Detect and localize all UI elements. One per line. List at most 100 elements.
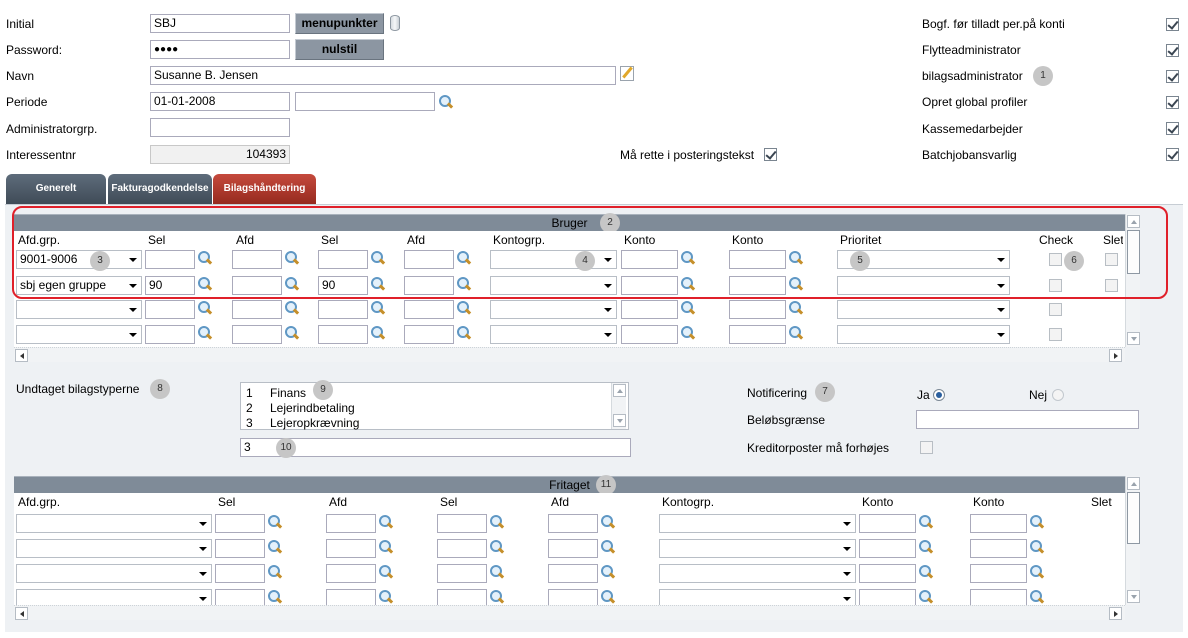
search-icon[interactable] [1029, 589, 1045, 605]
maa-rette-checkbox[interactable] [764, 148, 777, 161]
fritaget-scroll-down-icon[interactable] [1127, 590, 1140, 603]
afdgrp-select[interactable] [16, 539, 212, 558]
search-icon[interactable] [197, 325, 213, 341]
undtaget-item-name[interactable]: Lejeropkrævning [270, 416, 359, 430]
kontogrp-select[interactable] [490, 325, 617, 344]
bruger-scroll-right-icon[interactable] [1109, 349, 1122, 362]
undtaget-vscrollbar[interactable] [611, 383, 626, 429]
sel-input[interactable] [318, 300, 368, 319]
sel-input[interactable] [437, 514, 487, 533]
search-icon[interactable] [788, 300, 804, 316]
search-icon[interactable] [600, 564, 616, 580]
undtaget-listbox[interactable]: 1 Finans 2 Lejerindbetaling 3 Lejeropkræ… [240, 382, 629, 430]
afd-input[interactable] [326, 514, 376, 533]
menupunkter-button[interactable]: menupunkter [295, 13, 384, 34]
fritaget-hscrollbar[interactable] [14, 605, 1125, 620]
periode-from-input[interactable]: 01-01-2008 [150, 92, 290, 111]
search-icon[interactable] [600, 589, 616, 605]
konto-input[interactable] [970, 539, 1027, 558]
search-icon[interactable] [1029, 539, 1045, 555]
sel-input[interactable] [215, 514, 265, 533]
right-checkbox-5[interactable] [1166, 148, 1179, 161]
search-icon[interactable] [378, 589, 394, 605]
tab-generelt[interactable]: Generelt [6, 174, 106, 204]
search-icon[interactable] [267, 564, 283, 580]
search-icon[interactable] [267, 539, 283, 555]
search-icon[interactable] [918, 539, 934, 555]
prioritet-select[interactable] [837, 325, 1010, 344]
search-icon[interactable] [489, 589, 505, 605]
fritaget-scroll-thumb[interactable] [1127, 492, 1140, 544]
konto-input[interactable] [859, 539, 916, 558]
search-icon[interactable] [456, 300, 472, 316]
sel-input[interactable] [318, 325, 368, 344]
undtaget-scroll-down-icon[interactable] [613, 414, 626, 427]
afdgrp-select[interactable] [16, 325, 142, 344]
search-icon[interactable] [267, 589, 283, 605]
sel-input[interactable] [145, 325, 195, 344]
sel-input[interactable] [437, 539, 487, 558]
search-icon[interactable] [1029, 564, 1045, 580]
tab-fakturagodkendelse[interactable]: Fakturagodkendelse [108, 174, 212, 204]
search-icon[interactable] [788, 325, 804, 341]
konto-input[interactable] [970, 564, 1027, 583]
search-icon[interactable] [600, 514, 616, 530]
kreditor-checkbox[interactable] [920, 441, 933, 454]
right-checkbox-3[interactable] [1166, 96, 1179, 109]
konto-input[interactable] [729, 325, 786, 344]
search-icon[interactable] [1029, 514, 1045, 530]
search-icon[interactable] [918, 589, 934, 605]
edit-icon[interactable] [620, 66, 634, 81]
search-icon[interactable] [600, 539, 616, 555]
password-input[interactable]: ●●●● [150, 40, 290, 59]
search-icon[interactable] [370, 325, 386, 341]
search-icon[interactable] [456, 325, 472, 341]
konto-input[interactable] [621, 300, 678, 319]
sel-input[interactable] [215, 539, 265, 558]
search-icon[interactable] [680, 325, 696, 341]
afd-input[interactable] [404, 300, 454, 319]
admgrp-input[interactable] [150, 118, 290, 137]
search-icon[interactable] [197, 300, 213, 316]
ja-radio[interactable] [933, 389, 945, 401]
fritaget-scroll-right-icon[interactable] [1109, 607, 1122, 620]
afd-input[interactable] [548, 539, 598, 558]
search-icon[interactable] [680, 300, 696, 316]
search-icon[interactable] [918, 514, 934, 530]
sel-input[interactable] [437, 564, 487, 583]
bruger-scroll-left-icon[interactable] [15, 349, 28, 362]
right-checkbox-4[interactable] [1166, 122, 1179, 135]
search-icon[interactable] [284, 300, 300, 316]
kontogrp-select[interactable] [659, 514, 856, 533]
periode-search-icon[interactable] [438, 94, 454, 110]
afd-input[interactable] [404, 325, 454, 344]
search-icon[interactable] [267, 514, 283, 530]
kontogrp-select[interactable] [659, 564, 856, 583]
tab-bilagshaandtering[interactable]: Bilagshåndtering [213, 174, 316, 204]
search-icon[interactable] [489, 564, 505, 580]
right-checkbox-1[interactable] [1166, 44, 1179, 57]
konto-input[interactable] [729, 300, 786, 319]
afd-input[interactable] [326, 564, 376, 583]
search-icon[interactable] [489, 539, 505, 555]
afd-input[interactable] [548, 564, 598, 583]
kontogrp-select[interactable] [490, 300, 617, 319]
nulstil-button[interactable]: nulstil [295, 39, 384, 60]
bruger-hscrollbar[interactable] [14, 347, 1125, 362]
prioritet-select[interactable] [837, 300, 1010, 319]
sel-input[interactable] [215, 564, 265, 583]
konto-input[interactable] [621, 325, 678, 344]
navn-input[interactable]: Susanne B. Jensen [150, 66, 616, 85]
initial-input[interactable]: SBJ [150, 14, 290, 33]
undtaget-input[interactable]: 3 [240, 438, 631, 457]
nej-radio[interactable] [1052, 389, 1064, 401]
beloeb-input[interactable] [916, 410, 1139, 429]
sel-input[interactable] [145, 300, 195, 319]
search-icon[interactable] [284, 325, 300, 341]
database-icon[interactable] [390, 15, 400, 31]
periode-to-input[interactable] [295, 92, 435, 111]
afd-input[interactable] [326, 539, 376, 558]
afd-input[interactable] [232, 300, 282, 319]
afdgrp-select[interactable] [16, 514, 212, 533]
undtaget-scroll-up-icon[interactable] [613, 384, 626, 397]
